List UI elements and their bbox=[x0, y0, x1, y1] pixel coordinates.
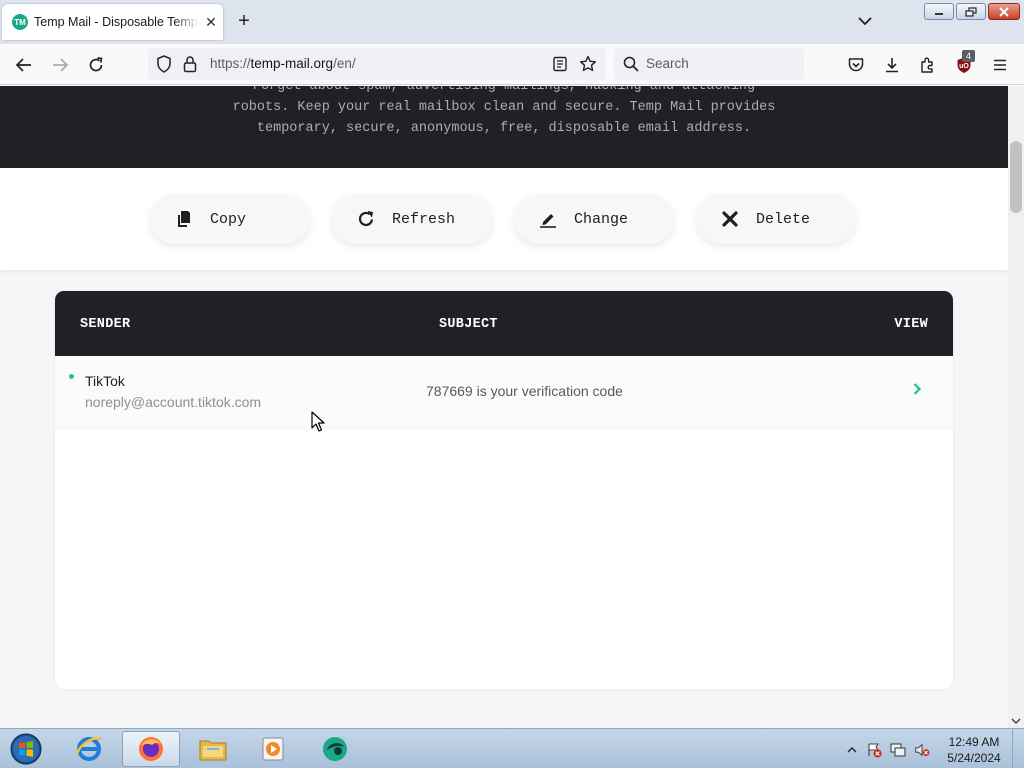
hamburger-menu-icon[interactable] bbox=[988, 53, 1012, 77]
copy-label: Copy bbox=[210, 210, 247, 228]
clock-date[interactable]: 5/24/2024 bbox=[946, 751, 1002, 765]
delete-icon bbox=[721, 210, 739, 228]
clock-time[interactable]: 12:49 AM bbox=[946, 735, 1002, 749]
copy-button[interactable]: Copy bbox=[150, 194, 310, 244]
new-tab-button[interactable]: + bbox=[232, 10, 256, 34]
show-hidden-icons-icon[interactable] bbox=[844, 742, 860, 758]
copy-icon bbox=[175, 210, 193, 228]
search-bar[interactable]: Search bbox=[614, 48, 804, 80]
close-window-button[interactable] bbox=[988, 3, 1020, 20]
inbox-header: SENDER SUBJECT VIEW bbox=[55, 291, 953, 356]
favicon-icon: TM bbox=[12, 14, 28, 30]
email-actions: Copy Refresh Change Delete bbox=[0, 168, 1008, 270]
scrollbar-thumb[interactable] bbox=[1010, 141, 1022, 213]
refresh-label: Refresh bbox=[392, 210, 456, 228]
internet-explorer-taskbar-icon[interactable] bbox=[60, 731, 118, 767]
restore-button[interactable] bbox=[956, 3, 986, 20]
hero-section: Forget about spam, advertising mailings,… bbox=[0, 86, 1008, 168]
chevron-down-icon[interactable] bbox=[854, 10, 876, 32]
inbox-table: SENDER SUBJECT VIEW TikTok noreply@accou… bbox=[55, 291, 953, 689]
sender-name[interactable]: TikTok bbox=[85, 373, 125, 389]
mail-row[interactable]: TikTok noreply@account.tiktok.com 787669… bbox=[55, 356, 953, 426]
volume-muted-icon[interactable] bbox=[914, 742, 930, 758]
minimize-button[interactable] bbox=[924, 3, 954, 20]
edit-icon bbox=[539, 210, 557, 228]
reload-icon[interactable] bbox=[84, 53, 108, 77]
reader-view-icon[interactable] bbox=[548, 52, 572, 76]
change-label: Change bbox=[574, 210, 629, 228]
svg-text:uO: uO bbox=[959, 63, 969, 70]
view-column-header: VIEW bbox=[894, 317, 928, 332]
shield-icon[interactable] bbox=[152, 52, 176, 76]
change-button[interactable]: Change bbox=[514, 194, 674, 244]
firefox-taskbar-icon[interactable] bbox=[122, 731, 180, 767]
tab-bar: TM Temp Mail - Disposable Temporary Emai… bbox=[0, 0, 1024, 44]
start-button[interactable] bbox=[6, 731, 46, 767]
back-arrow-icon[interactable] bbox=[12, 53, 36, 77]
network-icon[interactable] bbox=[890, 742, 906, 758]
delete-label: Delete bbox=[756, 210, 811, 228]
tab-title: Temp Mail - Disposable Temporary Email bbox=[34, 15, 199, 29]
browser-tab[interactable]: TM Temp Mail - Disposable Temporary Emai… bbox=[2, 4, 223, 40]
download-icon[interactable] bbox=[880, 53, 904, 77]
extension-badge: 4 bbox=[962, 50, 975, 62]
hero-description: Forget about spam, advertising mailings,… bbox=[232, 86, 776, 136]
scroll-down-arrow-icon[interactable] bbox=[1011, 716, 1021, 726]
file-explorer-taskbar-icon[interactable] bbox=[184, 731, 242, 767]
extensions-icon[interactable] bbox=[916, 53, 940, 77]
media-player-taskbar-icon[interactable] bbox=[244, 731, 302, 767]
sender-email[interactable]: noreply@account.tiktok.com bbox=[85, 394, 261, 410]
app-taskbar-icon[interactable] bbox=[306, 731, 364, 767]
show-desktop-button[interactable] bbox=[1012, 729, 1024, 768]
search-placeholder: Search bbox=[646, 56, 689, 71]
address-bar[interactable]: https://temp-mail.org/en/ bbox=[148, 48, 606, 80]
delete-button[interactable]: Delete bbox=[696, 194, 856, 244]
refresh-button[interactable]: Refresh bbox=[332, 194, 492, 244]
pocket-icon[interactable] bbox=[844, 53, 868, 77]
window-controls bbox=[924, 3, 1020, 20]
navigation-bar: https://temp-mail.org/en/ Search uO 4 bbox=[0, 44, 1024, 85]
windows-taskbar: 12:49 AM 5/24/2024 bbox=[0, 728, 1024, 768]
refresh-icon bbox=[357, 210, 375, 228]
chevron-right-icon[interactable] bbox=[909, 380, 925, 398]
url-text[interactable]: https://temp-mail.org/en/ bbox=[210, 56, 356, 71]
page-viewport: Forget about spam, advertising mailings,… bbox=[0, 86, 1008, 728]
sender-column-header: SENDER bbox=[80, 317, 131, 332]
subject-column-header: SUBJECT bbox=[439, 317, 498, 332]
close-tab-icon[interactable]: ✕ bbox=[203, 14, 219, 31]
mail-subject[interactable]: 787669 is your verification code bbox=[426, 383, 623, 399]
page-scrollbar[interactable] bbox=[1008, 86, 1024, 728]
search-icon bbox=[619, 52, 643, 76]
unread-indicator bbox=[69, 374, 74, 379]
lock-icon[interactable] bbox=[178, 52, 202, 76]
action-center-alert-icon[interactable] bbox=[866, 742, 882, 758]
bookmark-star-icon[interactable] bbox=[576, 52, 600, 76]
forward-arrow-icon[interactable] bbox=[48, 53, 72, 77]
